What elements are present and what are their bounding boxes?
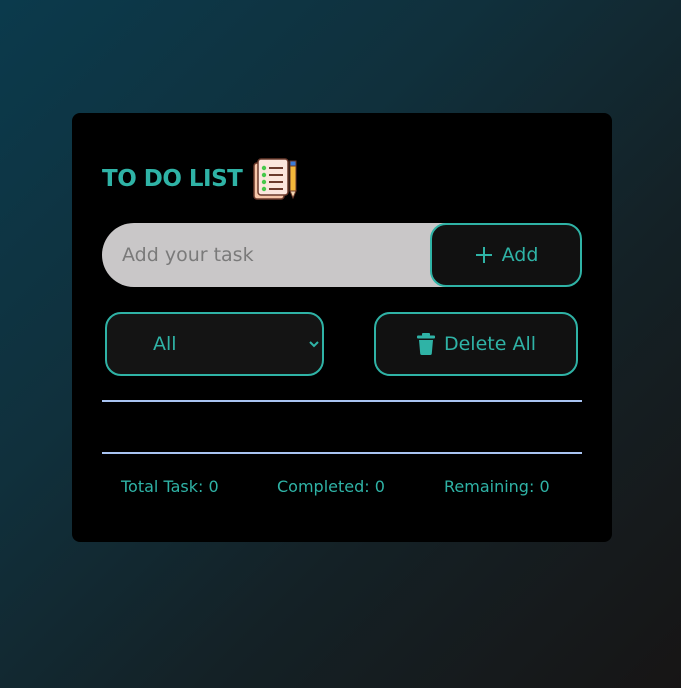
header: TO DO LIST: [102, 157, 298, 201]
plus-icon: [475, 247, 492, 263]
add-task-row: Add: [102, 223, 582, 287]
task-list: [102, 402, 582, 452]
total-task-count: Total Task: 0: [121, 477, 219, 496]
delete-all-button[interactable]: Delete All: [374, 312, 578, 376]
todo-card: TO DO LIST Add All: [72, 113, 612, 542]
completed-count: Completed: 0: [277, 477, 385, 496]
filter-select[interactable]: All: [105, 312, 324, 376]
divider-bottom: [102, 452, 582, 454]
task-stats: Total Task: 0 Completed: 0 Remaining: 0: [102, 477, 582, 501]
delete-all-label: Delete All: [443, 333, 537, 355]
add-button-label: Add: [501, 244, 539, 266]
checklist-notepad-pencil-icon: [253, 158, 298, 200]
trash-icon: [416, 333, 435, 355]
page-title: TO DO LIST: [102, 166, 243, 192]
add-button[interactable]: Add: [430, 223, 582, 287]
remaining-count: Remaining: 0: [444, 477, 550, 496]
